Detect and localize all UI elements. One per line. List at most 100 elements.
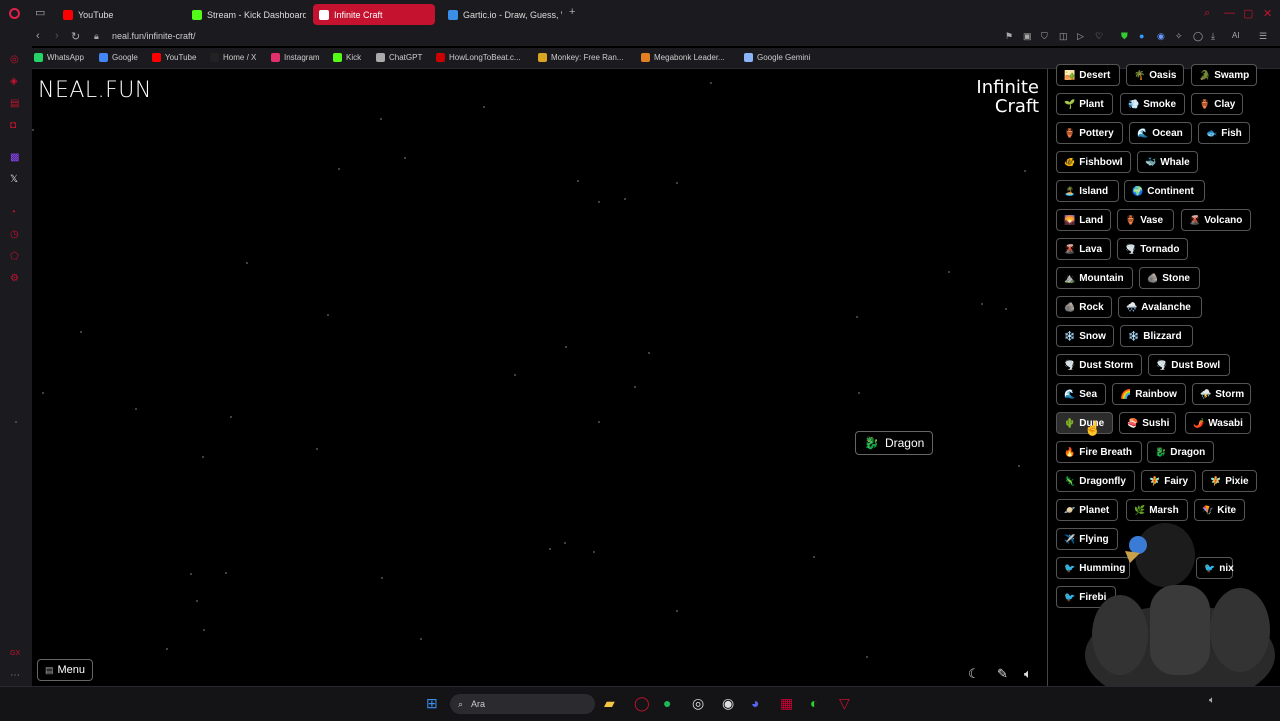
- item-land[interactable]: 🌄 Land: [1056, 209, 1111, 231]
- item-desert[interactable]: 🏜️ Desert: [1056, 64, 1120, 86]
- item-oasis[interactable]: 🌴 Oasis: [1126, 64, 1184, 86]
- app-icon-valorant[interactable]: ▽: [839, 695, 850, 712]
- item-dust-bowl[interactable]: 🌪️ Dust Bowl: [1148, 354, 1230, 376]
- item-fish[interactable]: 🐟 Fish: [1198, 122, 1250, 144]
- shield-icon[interactable]: ⛉: [1041, 31, 1048, 42]
- item-storm[interactable]: ⛈️ Storm: [1192, 383, 1251, 405]
- opera-logo-icon[interactable]: [9, 8, 20, 19]
- opera-gx-icon[interactable]: ◯: [634, 695, 650, 712]
- item-avalanche[interactable]: 🌨️ Avalanche: [1118, 296, 1202, 318]
- neal-fun-logo[interactable]: NEAL.FUN: [38, 78, 152, 103]
- minimize-icon[interactable]: —: [1224, 7, 1235, 19]
- item-blizzard[interactable]: ❄️ Blizzard: [1120, 325, 1193, 347]
- snapshot-icon[interactable]: ▣: [1023, 31, 1032, 42]
- sidebar-history-icon[interactable]: ◷: [10, 229, 19, 240]
- item-volcano[interactable]: 🌋 Volcano: [1181, 209, 1251, 231]
- item-pottery[interactable]: 🏺 Pottery: [1056, 122, 1123, 144]
- bookmark-1[interactable]: Google: [99, 53, 138, 62]
- bookmark-7[interactable]: HowLongToBeat.c...: [436, 53, 521, 62]
- puzzle-icon[interactable]: ✧: [1175, 31, 1183, 42]
- item-fairy[interactable]: 🧚 Fairy: [1141, 470, 1196, 492]
- item-stone[interactable]: 🪨 Stone: [1139, 267, 1200, 289]
- tab-0[interactable]: YouTube: [57, 4, 177, 25]
- dark-mode-icon[interactable]: ☾: [968, 666, 980, 682]
- item-dragon[interactable]: 🐉 Dragon: [1147, 441, 1214, 463]
- easy-setup-icon[interactable]: ☰: [1259, 31, 1267, 42]
- bookmark-9[interactable]: Megabonk Leader...: [641, 53, 725, 62]
- item-mountain[interactable]: ⛰️ Mountain: [1056, 267, 1133, 289]
- item-smoke[interactable]: 💨 Smoke: [1120, 93, 1185, 115]
- item-sushi[interactable]: 🍣 Sushi: [1119, 412, 1176, 434]
- profile-ext-icon[interactable]: ●: [1139, 31, 1144, 41]
- download-icon[interactable]: ⤓: [1211, 31, 1215, 42]
- sidebar-pinboard-icon[interactable]: ⬠: [10, 251, 19, 262]
- search-tabs-icon[interactable]: ⌕: [1204, 7, 1210, 20]
- canvas-item-dragon[interactable]: 🐉 Dragon: [855, 431, 934, 455]
- windows-start-icon[interactable]: ⊞: [426, 695, 438, 712]
- item-tornado[interactable]: 🌪️ Tornado: [1117, 238, 1188, 260]
- discord-icon[interactable]: ◕: [751, 695, 759, 711]
- reload-icon[interactable]: ↻: [71, 30, 80, 43]
- extension-icon[interactable]: ⚑: [1005, 31, 1013, 42]
- new-tab-icon[interactable]: +: [569, 6, 575, 18]
- sidebar-more-icon[interactable]: ⋯: [10, 670, 20, 681]
- sidebar-messenger-icon[interactable]: ◈: [10, 76, 18, 87]
- tab-overview-icon[interactable]: ▭: [35, 6, 45, 19]
- taskbar-search[interactable]: ⌕ Ara: [450, 694, 595, 714]
- bookmark-8[interactable]: Monkey: Free Ran...: [538, 53, 623, 62]
- bookmark-4[interactable]: Instagram: [271, 53, 320, 62]
- item-island[interactable]: 🏝️ Island: [1056, 180, 1119, 202]
- item-whale[interactable]: 🐳 Whale: [1137, 151, 1198, 173]
- app-icon-red[interactable]: ▦: [780, 695, 793, 712]
- item-snow[interactable]: ❄️ Snow: [1056, 325, 1114, 347]
- item-pixie[interactable]: 🧚 Pixie: [1202, 470, 1257, 492]
- sidebar-twitch-icon[interactable]: ▩: [10, 152, 19, 163]
- sidebar-chat-icon[interactable]: ▤: [10, 98, 19, 109]
- bookmark-2[interactable]: YouTube: [152, 53, 196, 62]
- sidebar-settings-icon[interactable]: ⚙: [10, 273, 19, 284]
- bookmark-5[interactable]: Kick: [333, 53, 361, 62]
- item-lava[interactable]: 🌋 Lava: [1056, 238, 1111, 260]
- craft-canvas[interactable]: [32, 69, 1048, 686]
- camera-icon[interactable]: ◫: [1059, 31, 1068, 42]
- play-icon[interactable]: ▷: [1077, 31, 1084, 42]
- bookmark-3[interactable]: Home / X: [210, 53, 256, 62]
- tab-1[interactable]: Stream - Kick Dashboard: [186, 4, 306, 25]
- sidebar-gx-icon[interactable]: GX: [10, 650, 20, 657]
- clear-brush-icon[interactable]: ✎: [997, 666, 1008, 682]
- tab-2[interactable]: Infinite Craft: [313, 4, 435, 25]
- vpn-icon[interactable]: ⛊: [1121, 31, 1128, 42]
- item-fire-breath[interactable]: 🔥 Fire Breath: [1056, 441, 1142, 463]
- item-rainbow[interactable]: 🌈 Rainbow: [1112, 383, 1186, 405]
- item-fishbowl[interactable]: 🐠 Fishbowl: [1056, 151, 1131, 173]
- item-dragonfly[interactable]: 🦎 Dragonfly: [1056, 470, 1135, 492]
- bookmark-0[interactable]: WhatsApp: [34, 53, 84, 62]
- heart-icon[interactable]: ♡: [1095, 31, 1103, 42]
- steam-icon[interactable]: ◎: [692, 695, 704, 712]
- back-icon[interactable]: ‹: [36, 30, 40, 42]
- item-rock[interactable]: 🪨 Rock: [1056, 296, 1112, 318]
- sidebar-instagram-icon[interactable]: ◘: [10, 120, 16, 131]
- item-plant[interactable]: 🌱 Plant: [1056, 93, 1113, 115]
- close-icon[interactable]: ✕: [1263, 7, 1272, 20]
- item-swamp[interactable]: 🐊 Swamp: [1191, 64, 1257, 86]
- obs-icon[interactable]: ◉: [722, 695, 734, 712]
- ai-icon[interactable]: AI: [1232, 31, 1240, 40]
- file-explorer-icon[interactable]: ▰: [604, 695, 615, 712]
- item-dust-storm[interactable]: 🌪️ Dust Storm: [1056, 354, 1142, 376]
- item-vase[interactable]: 🏺 Vase: [1117, 209, 1174, 231]
- sidebar-speed-dial-icon[interactable]: ◔: [10, 207, 16, 218]
- sidebar-x-icon[interactable]: 𝕏: [10, 174, 18, 185]
- sound-icon[interactable]: 🔈︎: [1024, 666, 1032, 682]
- tab-3[interactable]: Gartic.io - Draw, Guess, W: [442, 4, 562, 25]
- tray-volume-icon[interactable]: 🔈︎: [1209, 695, 1215, 706]
- sidebar-aria-icon[interactable]: ◎: [10, 54, 19, 65]
- item-continent[interactable]: 🌍 Continent: [1124, 180, 1205, 202]
- url-field[interactable]: neal.fun/infinite-craft/: [112, 31, 196, 41]
- app-icon-green[interactable]: ◐: [810, 695, 818, 711]
- aria-icon[interactable]: ◉: [1157, 31, 1165, 42]
- account-icon[interactable]: ◯: [1193, 31, 1203, 42]
- maximize-icon[interactable]: ▢: [1243, 7, 1253, 20]
- bookmark-6[interactable]: ChatGPT: [376, 53, 422, 62]
- spotify-icon[interactable]: ●: [663, 695, 671, 711]
